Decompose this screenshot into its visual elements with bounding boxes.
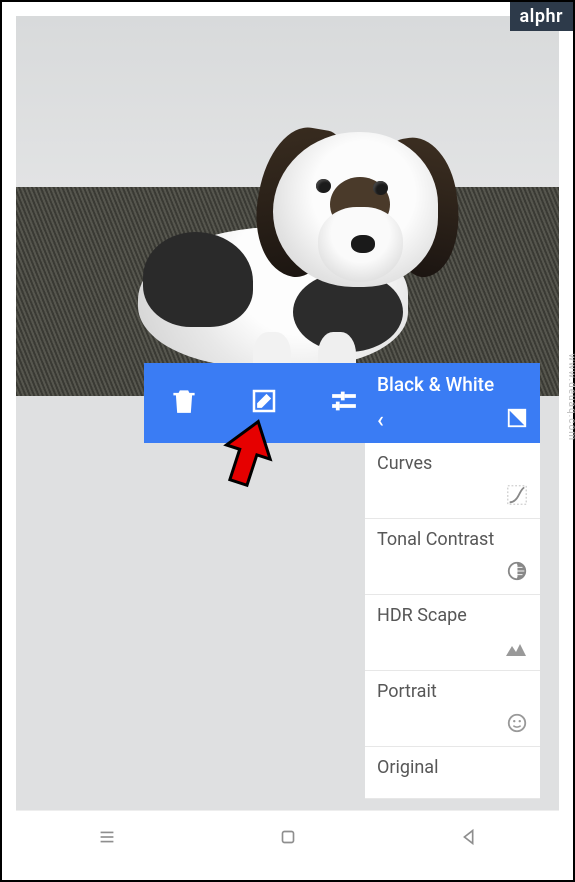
nav-recents-button[interactable] — [96, 826, 118, 852]
chevron-left-icon[interactable]: ‹ — [377, 408, 384, 433]
watermark: www.deuaq.com — [566, 354, 575, 442]
effect-label: Portrait — [377, 681, 528, 702]
recents-icon — [96, 826, 118, 848]
face-icon — [506, 712, 528, 738]
effect-item-original[interactable]: Original — [365, 747, 540, 799]
adjust-button[interactable] — [329, 386, 359, 420]
effect-item-hdr-scape[interactable]: HDR Scape — [365, 595, 540, 671]
sliders-icon — [329, 386, 359, 416]
effect-item-portrait[interactable]: Portrait — [365, 671, 540, 747]
effect-label: Tonal Contrast — [377, 529, 528, 550]
photo-subject-dog — [108, 107, 468, 377]
photo-preview[interactable] — [16, 16, 559, 396]
android-navbar — [16, 810, 559, 866]
nav-back-button[interactable] — [458, 826, 480, 852]
effects-panel: Black & White ‹ Curves Tonal Contrast HD… — [365, 363, 540, 799]
delete-button[interactable] — [169, 386, 199, 420]
app-screen: Black & White ‹ Curves Tonal Contrast HD… — [16, 16, 559, 866]
active-effect-label: Black & White — [377, 373, 528, 396]
effect-label: HDR Scape — [377, 605, 528, 626]
home-icon — [277, 826, 299, 848]
effects-panel-active[interactable]: Black & White ‹ — [365, 363, 540, 443]
edit-button[interactable] — [249, 386, 279, 420]
brand-badge: alphr — [510, 2, 574, 31]
effect-label: Original — [377, 757, 528, 778]
effect-item-curves[interactable]: Curves — [365, 443, 540, 519]
pointer-arrow-annotation — [221, 418, 275, 488]
effect-label: Curves — [377, 453, 528, 474]
edit-icon — [249, 386, 279, 416]
nav-home-button[interactable] — [277, 826, 299, 852]
mountains-icon — [504, 640, 528, 662]
curves-icon — [506, 484, 528, 510]
back-icon — [458, 826, 480, 848]
tonal-contrast-icon — [506, 560, 528, 586]
contrast-square-icon — [506, 407, 528, 433]
trash-icon — [169, 386, 199, 416]
effect-item-tonal-contrast[interactable]: Tonal Contrast — [365, 519, 540, 595]
